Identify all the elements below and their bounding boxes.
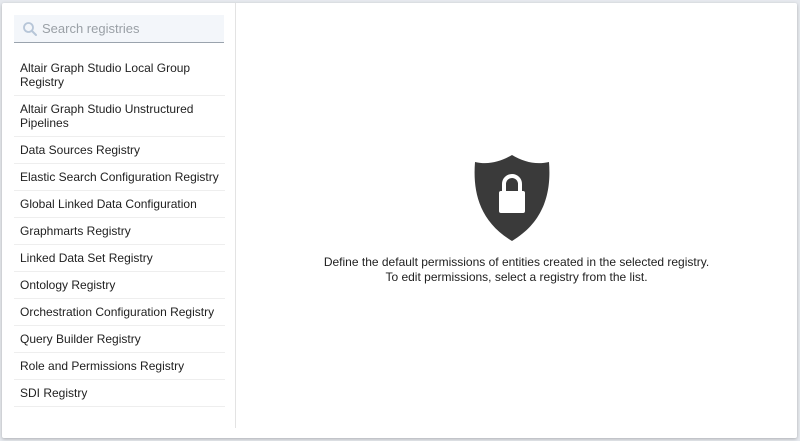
registry-item-elastic-search[interactable]: Elastic Search Configuration Registry [14, 164, 225, 191]
search-box[interactable] [14, 15, 224, 43]
registry-item-altair-local-group[interactable]: Altair Graph Studio Local Group Registry [14, 55, 225, 96]
empty-state-line-2: To edit permissions, select a registry f… [385, 270, 648, 284]
registry-item-ontology[interactable]: Ontology Registry [14, 272, 225, 299]
registry-item-query-builder[interactable]: Query Builder Registry [14, 326, 225, 353]
registry-item-global-linked-data[interactable]: Global Linked Data Configuration [14, 191, 225, 218]
registry-item-graphmarts[interactable]: Graphmarts Registry [14, 218, 225, 245]
search-input[interactable] [42, 15, 217, 41]
registry-item-linked-data-set[interactable]: Linked Data Set Registry [14, 245, 225, 272]
shield-lock-icon [472, 153, 552, 243]
registry-sidebar: Altair Graph Studio Local Group Registry… [2, 3, 236, 428]
registry-item-role-permissions[interactable]: Role and Permissions Registry [14, 353, 225, 380]
permissions-empty-state: Define the default permissions of entiti… [236, 3, 797, 438]
registry-list: Altair Graph Studio Local Group Registry… [14, 55, 225, 407]
search-icon [22, 21, 38, 37]
registry-item-data-sources[interactable]: Data Sources Registry [14, 137, 225, 164]
registry-item-sdi[interactable]: SDI Registry [14, 380, 225, 407]
empty-state-message: Define the default permissions of entiti… [236, 255, 797, 285]
registry-permissions-panel: Altair Graph Studio Local Group Registry… [2, 3, 797, 438]
registry-item-altair-unstructured-pipelines[interactable]: Altair Graph Studio Unstructured Pipelin… [14, 96, 225, 137]
empty-state-line-1: Define the default permissions of entiti… [323, 255, 710, 269]
registry-item-orchestration[interactable]: Orchestration Configuration Registry [14, 299, 225, 326]
